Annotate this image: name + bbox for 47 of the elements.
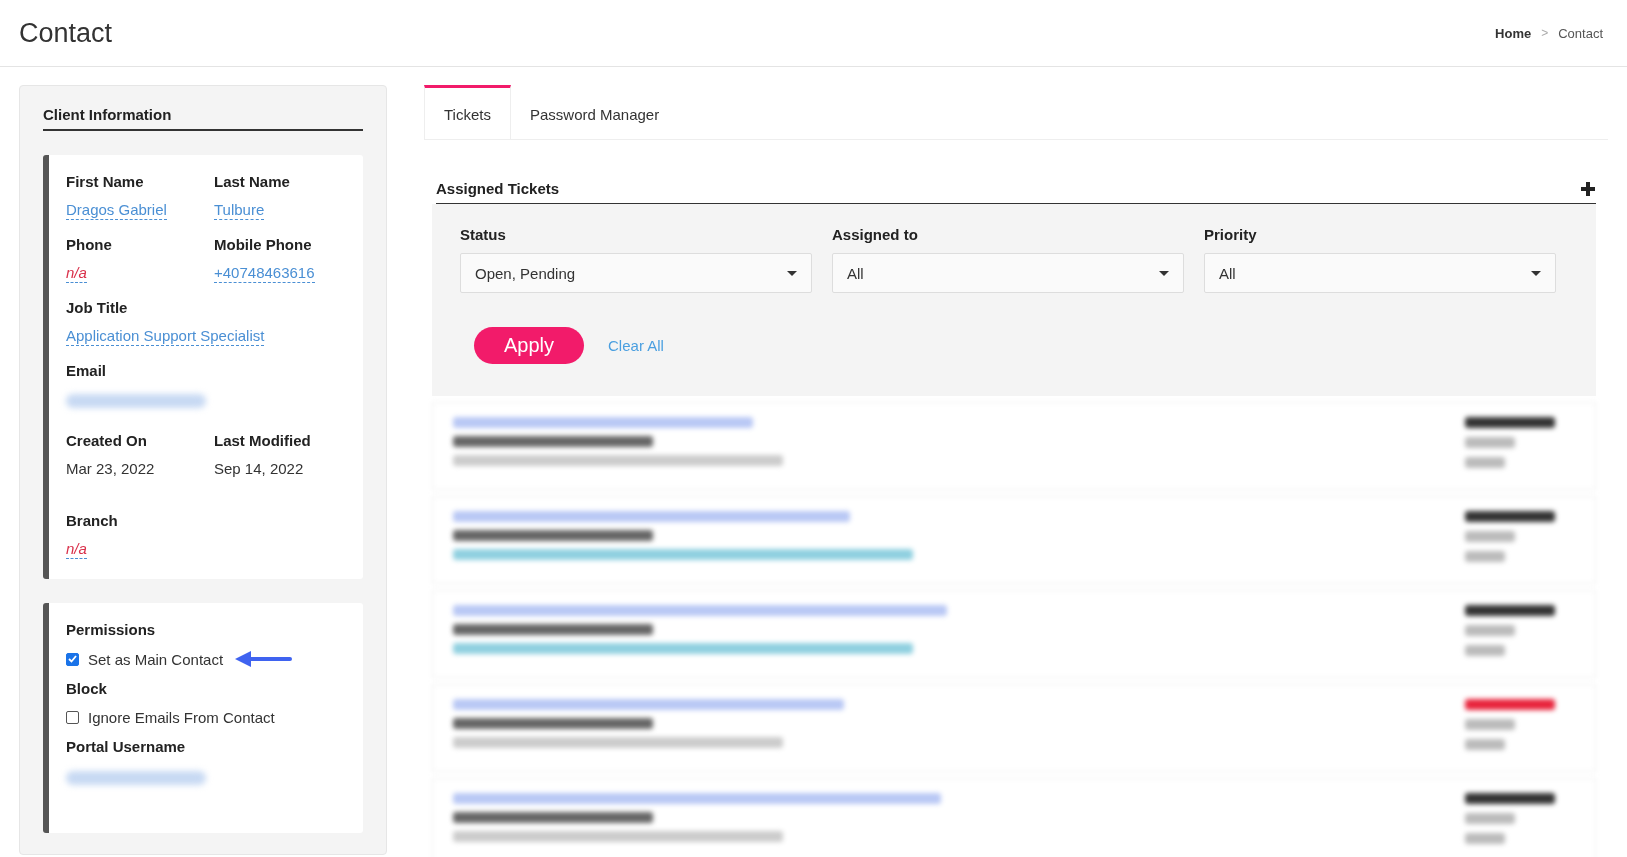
clear-all-link[interactable]: Clear All <box>608 337 664 354</box>
field-value[interactable]: n/a <box>66 540 87 559</box>
field-label: Last Name <box>214 173 290 190</box>
blurred-ticket-row[interactable] <box>432 402 1596 490</box>
caret-down-icon <box>1159 270 1169 276</box>
field-label: Job Title <box>66 299 128 316</box>
field-label: Phone <box>66 236 112 253</box>
blurred-ticket-row[interactable] <box>432 778 1596 857</box>
checkbox-label: Ignore Emails From Contact <box>88 709 275 726</box>
filter-label: Assigned to <box>832 226 919 243</box>
field-text: Sep 14, 2022 <box>214 460 304 478</box>
field-label: Email <box>66 362 107 379</box>
field-text: Mar 23, 2022 <box>66 460 155 478</box>
filter-label: Status <box>460 226 507 243</box>
section-title: Assigned Tickets <box>436 180 560 197</box>
page-title: Contact <box>19 17 113 49</box>
blurred-ticket-row[interactable] <box>432 684 1596 772</box>
caret-down-icon <box>787 270 797 276</box>
field-label: Portal Username <box>66 738 187 755</box>
breadcrumb-link[interactable]: Home <box>1495 25 1532 41</box>
filter-label: Priority <box>1204 226 1258 243</box>
field-label: Last Modified <box>214 432 311 449</box>
section-title: Client Information <box>43 106 363 131</box>
field-label: First Name <box>66 173 144 190</box>
field-value[interactable]: Dragos Gabriel <box>66 201 167 220</box>
field-value[interactable]: Application Support Specialist <box>66 327 265 346</box>
blurred-ticket-row[interactable] <box>432 590 1596 678</box>
filter-dropdown[interactable]: All <box>1204 253 1556 293</box>
plus-icon[interactable] <box>1580 180 1596 197</box>
caret-down-icon <box>1531 270 1541 276</box>
field-label: Created On <box>66 432 147 449</box>
blurred-ticket-row[interactable] <box>432 496 1596 584</box>
field-label: Permissions <box>66 621 157 638</box>
filter-dropdown[interactable]: Open, Pending <box>460 253 812 293</box>
checkbox-label: Set as Main Contact <box>88 650 224 668</box>
filter-dropdown[interactable]: All <box>832 253 1184 293</box>
field-label: Mobile Phone <box>214 236 312 253</box>
breadcrumb-separator: > <box>1541 26 1549 40</box>
field-value[interactable]: +40748463616 <box>214 264 315 283</box>
apply-button[interactable]: Apply <box>474 327 585 364</box>
field-label: Branch <box>66 512 118 529</box>
field-label: Block <box>66 680 108 697</box>
checkbox[interactable] <box>66 652 79 666</box>
checkbox[interactable] <box>66 711 79 724</box>
field-value[interactable]: n/a <box>66 264 87 283</box>
field-value[interactable]: Tulbure <box>214 201 265 220</box>
tab[interactable]: Tickets <box>424 85 511 139</box>
